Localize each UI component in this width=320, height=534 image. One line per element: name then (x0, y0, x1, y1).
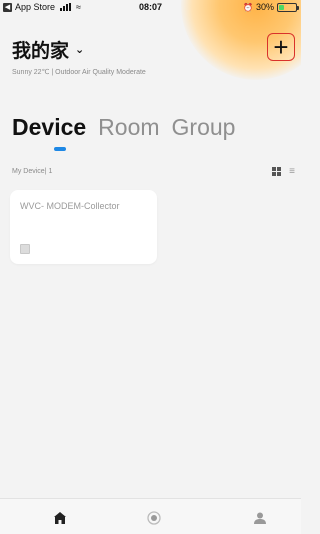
list-view-icon[interactable]: ≡ (289, 166, 295, 177)
bottom-navigation (0, 498, 301, 534)
add-device-button[interactable]: + (267, 33, 295, 61)
weather-info: Sunny 22℃ | Outdoor Air Quality Moderate (12, 69, 146, 76)
nav-me[interactable] (250, 509, 270, 527)
chevron-down-icon: ⌄ (75, 44, 85, 56)
user-icon (254, 512, 266, 524)
app-screen: ◀ App Store ≈ 08:07 ⏰ 30% 我的家 ⌄ Sunny 22… (0, 0, 301, 534)
status-right: ⏰ 30% (243, 2, 299, 12)
home-icon (54, 512, 66, 524)
device-count: 1 (48, 168, 53, 175)
my-device-separator: | (44, 168, 47, 175)
device-name: WVC- MODEM-Collector (20, 201, 120, 211)
tab-indicator (54, 147, 66, 151)
nav-home[interactable] (50, 509, 70, 527)
device-card[interactable]: WVC- MODEM-Collector (10, 190, 157, 264)
home-selector[interactable]: 我的家 ⌄ (12, 36, 84, 63)
tab-group[interactable]: Group (172, 114, 236, 141)
my-device-label: My Device (12, 168, 45, 175)
plus-icon: + (273, 32, 289, 62)
alarm-icon: ⏰ (243, 2, 253, 12)
status-bar: ◀ App Store ≈ 08:07 ⏰ 30% (0, 0, 301, 14)
tab-device[interactable]: Device (12, 114, 86, 141)
battery-fill (279, 4, 284, 10)
nav-scene[interactable] (144, 509, 164, 527)
category-tabs: Device Room Group (12, 114, 235, 141)
scene-icon (147, 511, 161, 525)
device-icon (20, 244, 30, 254)
tab-room[interactable]: Room (98, 114, 159, 141)
home-name: 我的家 (12, 41, 70, 62)
my-device-count: My Device| 1 (12, 168, 52, 175)
grid-view-icon[interactable] (272, 167, 281, 176)
battery-icon (277, 2, 299, 12)
battery-percent: 30% (255, 2, 274, 12)
